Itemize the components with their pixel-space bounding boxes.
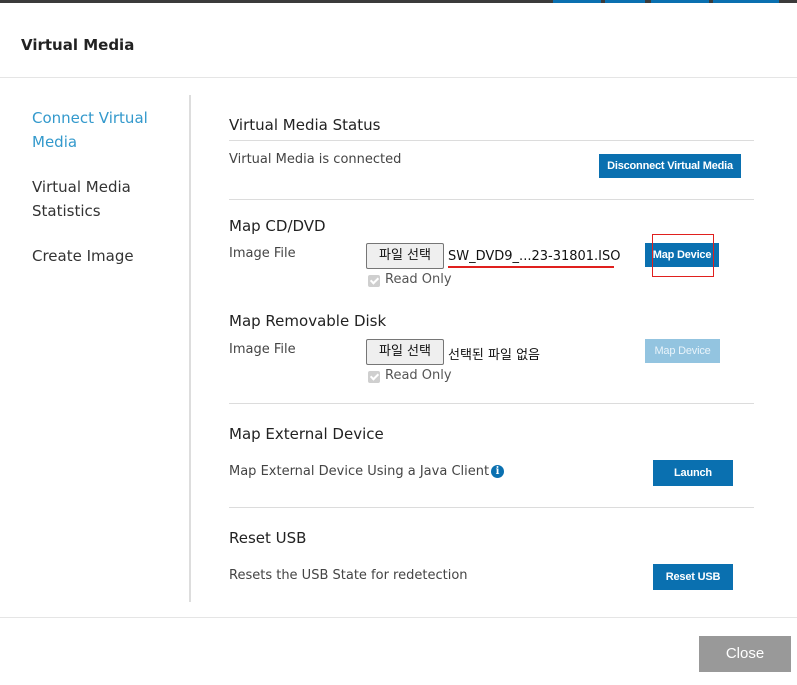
removable-selected-file-name: 선택된 파일 없음 — [448, 348, 540, 363]
info-icon[interactable]: i — [491, 465, 505, 478]
cd-dvd-image-file-label: Image File — [229, 246, 296, 261]
modal-footer-divider — [0, 617, 797, 618]
sidebar-item-virtual-media-statistics[interactable]: Virtual Media Statistics — [32, 175, 182, 223]
status-text: Virtual Media is connected — [229, 152, 402, 167]
virtual-media-status-heading: Virtual Media Status — [229, 116, 381, 134]
external-device-description: Map External Device Using a Java Client — [229, 464, 490, 479]
reset-usb-description: Resets the USB State for redetection — [229, 568, 468, 583]
cd-dvd-read-only-label: Read Only — [385, 272, 452, 287]
sidebar-item-connect-virtual-media[interactable]: Connect Virtual Media — [32, 106, 182, 154]
cd-dvd-read-only-checkbox[interactable] — [368, 275, 380, 287]
section-divider — [229, 507, 754, 508]
annotation-underline — [448, 266, 614, 268]
removable-read-only-checkbox[interactable] — [368, 371, 380, 383]
sidebar-divider — [189, 95, 191, 602]
removable-map-device-button[interactable]: Map Device — [645, 339, 720, 363]
external-device-description-row: Map External Device Using a Java Client i — [229, 464, 505, 479]
reset-usb-heading: Reset USB — [229, 529, 307, 547]
modal-header: Virtual Media — [0, 3, 797, 78]
map-removable-disk-heading: Map Removable Disk — [229, 312, 387, 330]
sidebar-nav: Connect Virtual Media Virtual Media Stat… — [0, 79, 190, 604]
reset-usb-button[interactable]: Reset USB — [653, 564, 733, 590]
map-external-device-heading: Map External Device — [229, 425, 384, 443]
section-divider — [229, 140, 754, 141]
map-cd-dvd-heading: Map CD/DVD — [229, 217, 326, 235]
removable-choose-file-button[interactable]: 파일 선택 — [366, 339, 444, 365]
close-button[interactable]: Close — [699, 636, 791, 672]
annotation-highlight-box — [652, 234, 714, 277]
section-divider — [229, 199, 754, 200]
cd-dvd-selected-file-name: SW_DVD9_...23-31801.ISO — [448, 249, 621, 264]
sidebar-item-create-image[interactable]: Create Image — [32, 244, 182, 268]
removable-read-only-label: Read Only — [385, 368, 452, 383]
disconnect-virtual-media-button[interactable]: Disconnect Virtual Media — [599, 154, 741, 178]
section-divider — [229, 403, 754, 404]
main-content: Virtual Media Status Virtual Media is co… — [229, 79, 754, 609]
cd-dvd-choose-file-button[interactable]: 파일 선택 — [366, 243, 444, 269]
modal-title: Virtual Media — [21, 36, 135, 54]
removable-image-file-label: Image File — [229, 342, 296, 357]
launch-button[interactable]: Launch — [653, 460, 733, 486]
